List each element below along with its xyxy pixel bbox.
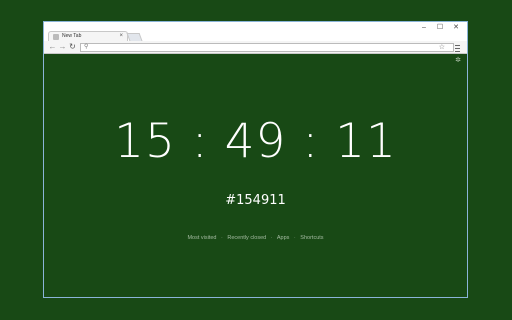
back-button[interactable]: ←	[48, 42, 57, 52]
search-icon: ⚲	[84, 44, 89, 50]
reload-button[interactable]: ↻	[68, 42, 77, 52]
star-icon[interactable]: ☆	[439, 43, 445, 52]
menu-icon	[455, 45, 460, 52]
menu-button[interactable]	[455, 43, 463, 52]
separator: ·	[270, 235, 273, 241]
link-shortcuts[interactable]: Shortcuts	[300, 235, 323, 241]
link-recently-closed[interactable]: Recently closed	[227, 235, 266, 241]
forward-button[interactable]: →	[58, 42, 67, 52]
tab-close-icon[interactable]: ×	[119, 32, 123, 40]
browser-window: New Tab × – ☐ ✕ ← → ↻ ⚲ ☆ ✲ 15 : 49 : 11…	[43, 21, 468, 298]
clock-display: 15 : 49 : 11	[114, 114, 397, 169]
new-tab-button[interactable]	[126, 33, 143, 41]
bottom-links: Most visited · Recently closed · Apps · …	[44, 234, 467, 242]
tab-title: New Tab	[62, 33, 82, 39]
separator: ·	[293, 235, 296, 241]
page-favicon-icon	[53, 34, 59, 40]
gear-icon[interactable]: ✲	[455, 57, 461, 65]
close-window-button[interactable]: ✕	[448, 22, 464, 34]
address-bar[interactable]: ⚲ ☆	[80, 43, 454, 52]
maximize-button[interactable]: ☐	[432, 22, 448, 34]
title-bar: New Tab × – ☐ ✕	[44, 22, 467, 42]
hex-color-label: #154911	[225, 193, 286, 208]
toolbar: ← → ↻ ⚲ ☆	[44, 41, 467, 54]
separator: ·	[221, 235, 223, 241]
minimize-button[interactable]: –	[416, 22, 432, 34]
link-most-visited[interactable]: Most visited	[187, 235, 216, 241]
link-apps[interactable]: Apps	[277, 235, 290, 241]
